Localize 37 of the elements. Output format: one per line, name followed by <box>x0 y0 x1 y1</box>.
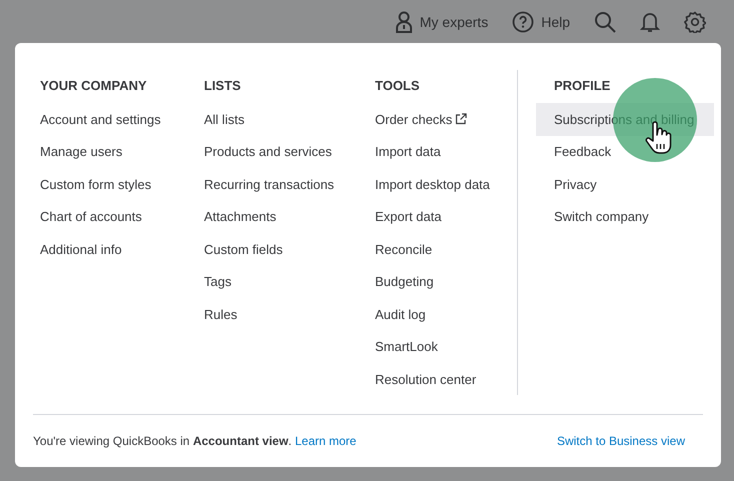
column-heading: YOUR COMPANY <box>40 77 148 95</box>
view-note: You're viewing QuickBooks in Accountant view. Learn more <box>33 434 356 448</box>
menu-item[interactable]: Account and settings <box>40 103 204 136</box>
column-heading: PROFILE <box>553 77 612 95</box>
menu-item[interactable]: Budgeting <box>375 266 517 298</box>
menu-item[interactable]: Resolution center <box>375 363 517 396</box>
column-heading: TOOLS <box>375 77 421 95</box>
switch-view-link[interactable]: Switch to Business view <box>556 434 685 448</box>
menu-item[interactable]: Custom fields <box>204 233 375 266</box>
menu-item[interactable]: Products and services <box>204 136 375 168</box>
menu-item[interactable]: Attachments <box>204 200 375 233</box>
bell-icon[interactable] <box>640 10 660 32</box>
menu-item[interactable]: Custom form styles <box>40 168 204 200</box>
menu-item[interactable]: Switch company <box>536 200 714 233</box>
menu-item[interactable]: Additional info <box>40 233 204 266</box>
menu-item[interactable]: Import desktop data <box>375 168 517 200</box>
menu-item[interactable]: Privacy <box>536 168 714 200</box>
menu-item[interactable]: Order checks <box>375 103 517 136</box>
search-icon[interactable] <box>594 10 616 32</box>
menu-item[interactable]: SmartLook <box>375 330 517 363</box>
menu-item[interactable]: Chart of accounts <box>40 200 204 233</box>
my-experts-button[interactable]: My experts <box>394 10 488 32</box>
person-icon <box>394 10 413 32</box>
column-heading: LISTS <box>204 77 242 95</box>
settings-icon[interactable] <box>684 10 706 32</box>
menu-item[interactable]: Audit log <box>375 298 517 330</box>
menu-item[interactable]: Import data <box>375 136 517 168</box>
menu-item[interactable]: Reconcile <box>375 233 517 266</box>
learn-more-link[interactable]: Learn more <box>294 434 356 448</box>
menu-item[interactable]: All lists <box>204 103 375 136</box>
menu-item[interactable]: Recurring transactions <box>204 168 375 200</box>
help-button[interactable]: Help <box>512 10 570 32</box>
menu-item[interactable]: Manage users <box>40 136 204 168</box>
menu-item[interactable]: Tags <box>204 266 375 298</box>
menu-item[interactable]: Export data <box>375 200 517 233</box>
menu-item[interactable]: Rules <box>204 298 375 330</box>
help-icon <box>512 10 534 32</box>
